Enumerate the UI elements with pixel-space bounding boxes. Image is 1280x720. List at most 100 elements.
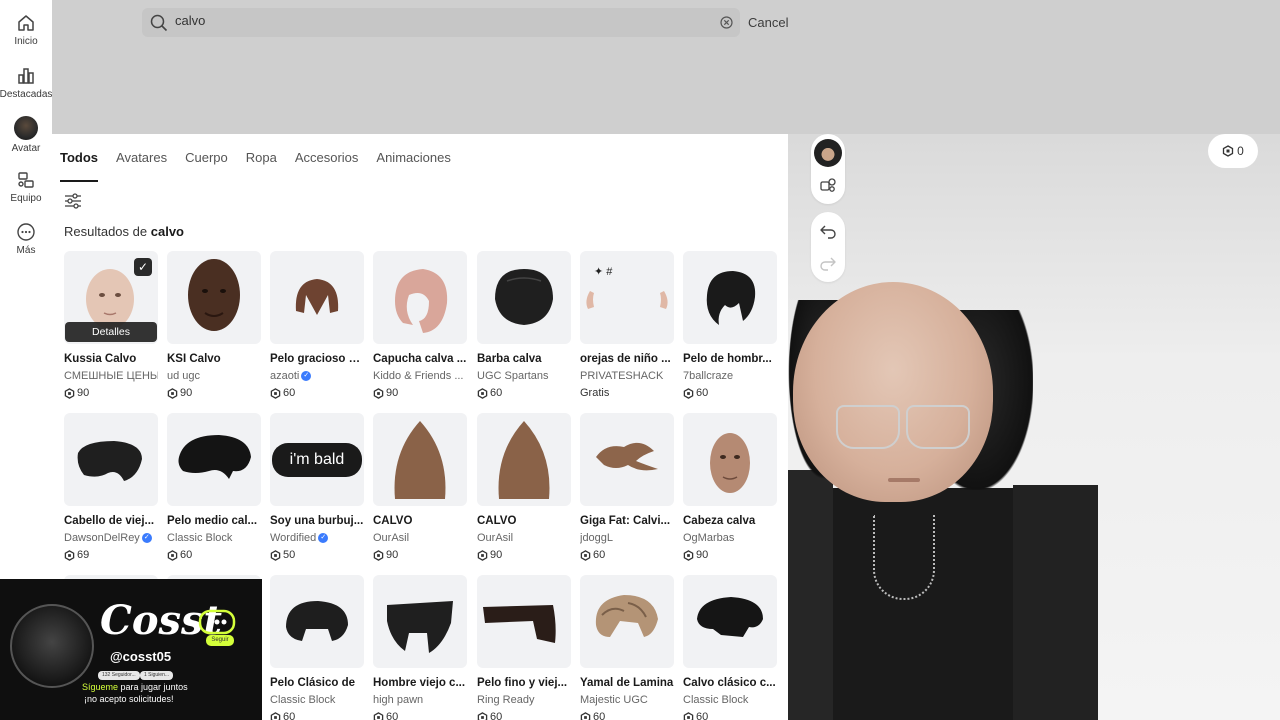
robux-icon [477, 711, 488, 720]
nav-item-inicio[interactable]: Inicio [0, 13, 52, 47]
tab-cuerpo[interactable]: Cuerpo [185, 150, 228, 182]
followers-badge: 132 Seguidor... [98, 671, 140, 680]
robux-icon [167, 549, 178, 561]
results-prefix: Resultados de [64, 224, 148, 239]
catalog-item-card[interactable]: Pelo gracioso c... azaoti ✓ 60 [270, 251, 364, 399]
nav-item-avatar[interactable]: Avatar [0, 116, 52, 154]
catalog-item-card[interactable]: Pelo Clásico de Classic Block 60 [270, 575, 364, 720]
catalog-item-card[interactable]: ✦ # orejas de niño ... PRIVATESHACK Gratis [580, 251, 674, 399]
item-thumbnail[interactable] [683, 413, 777, 506]
item-creator-name: Kiddo & Friends ... [373, 370, 464, 382]
catalog-item-card[interactable]: Hombre viejo c... high pawn 60 [373, 575, 467, 720]
avatar-thumbnail-icon [814, 139, 842, 167]
tab-todos[interactable]: Todos [60, 150, 99, 182]
catalog-item-card[interactable]: Capucha calva ... Kiddo & Friends ... 90 [373, 251, 467, 399]
catalog-item-card[interactable]: Pelo fino y viej... Ring Ready 60 [477, 575, 571, 720]
item-thumbnail[interactable] [373, 251, 467, 344]
item-creator: Kiddo & Friends ... [373, 370, 467, 382]
more-icon [17, 223, 35, 241]
catalog-item-card[interactable]: ✓ Detalles Kussia Calvo СМЕШНЫЕ ЦЕНЫ 90 [64, 251, 158, 399]
filter-icon[interactable] [64, 193, 82, 209]
tab-animaciones[interactable]: Animaciones [376, 150, 450, 182]
item-price-value: 90 [386, 387, 399, 399]
item-thumbnail[interactable]: ✓ Detalles [64, 251, 158, 344]
undo-button[interactable] [813, 215, 843, 247]
avatar-icon [14, 116, 38, 140]
nav-item-mas[interactable]: Más [0, 222, 52, 256]
item-thumbnail[interactable]: ✦ # [580, 251, 674, 344]
catalog-item-card[interactable]: Cabello de viej... DawsonDelRey ✓ 69 [64, 413, 158, 561]
item-creator: 7ballcraze [683, 370, 777, 382]
catalog-item-card[interactable]: Pelo de hombr... 7ballcraze 60 [683, 251, 777, 399]
item-thumbnail[interactable] [683, 251, 777, 344]
item-price-value: 90 [180, 387, 193, 399]
catalog-item-card[interactable]: Pelo medio cal... Classic Block 60 [167, 413, 261, 561]
catalog-item-card[interactable]: Barba calva UGC Spartans 60 [477, 251, 571, 399]
item-creator-name: Classic Block [270, 694, 336, 706]
item-price-value: 60 [283, 387, 296, 399]
item-creator-name: UGC Spartans [477, 370, 549, 382]
tab-avatares[interactable]: Avatares [116, 150, 167, 182]
catalog-item-card[interactable]: Calvo clásico c... Classic Block 60 [683, 575, 777, 720]
redo-button[interactable] [813, 247, 843, 279]
tab-accesorios[interactable]: Accesorios [295, 150, 359, 182]
undo-icon [820, 225, 836, 239]
nav-item-destacadas[interactable]: Destacadas [0, 66, 52, 100]
nav-item-equipo[interactable]: Equipo [0, 170, 52, 204]
item-thumbnail[interactable] [580, 575, 674, 668]
verified-badge-icon: ✓ [301, 371, 312, 381]
item-price: 60 [477, 711, 571, 720]
puzzle-gear-icon [820, 178, 836, 192]
category-tabs: Todos Avatares Cuerpo Ropa Accesorios An… [60, 150, 469, 182]
item-thumbnail[interactable] [683, 575, 777, 668]
item-thumbnail[interactable] [64, 413, 158, 506]
catalog-item-card[interactable]: Cabeza calva OgMarbas 90 [683, 413, 777, 561]
item-thumbnail[interactable] [373, 413, 467, 506]
preview-toolbar-top [811, 134, 845, 204]
item-creator-name: high pawn [373, 694, 424, 706]
robux-balance[interactable]: 0 [1208, 134, 1258, 168]
robux-icon [373, 387, 384, 399]
robux-icon [477, 387, 488, 399]
item-thumbnail[interactable] [580, 413, 674, 506]
catalog-item-card[interactable]: CALVO OurAsil 90 [373, 413, 467, 561]
item-creator: PRIVATESHACK [580, 370, 674, 382]
customize-button[interactable] [813, 169, 843, 201]
verified-badge-icon: ✓ [141, 533, 152, 543]
item-thumbnail[interactable] [477, 575, 571, 668]
item-thumbnail[interactable] [167, 251, 261, 344]
item-thumbnail[interactable] [270, 575, 364, 668]
item-creator-name: 7ballcraze [683, 370, 734, 382]
search-bar[interactable] [142, 8, 740, 37]
tab-ropa[interactable]: Ropa [246, 150, 277, 182]
catalog-item-card[interactable]: Giga Fat: Calvi... jdoggL 60 [580, 413, 674, 561]
catalog-item-card[interactable]: Yamal de Lamina Majestic UGC 60 [580, 575, 674, 720]
avatar-thumbnail-button[interactable] [813, 137, 843, 169]
clear-search-icon[interactable] [720, 16, 733, 29]
search-input[interactable] [175, 13, 695, 28]
item-creator: OgMarbas [683, 532, 777, 544]
streamer-handle: @cosst05 [110, 649, 172, 664]
catalog-item-card[interactable]: i'm bald Soy una burbuj... Wordified ✓ 50 [270, 413, 364, 561]
avatar-preview[interactable]: 0 [788, 0, 1280, 720]
item-name: orejas de niño ... [580, 353, 671, 365]
bubble-text: i'm bald [272, 443, 362, 477]
item-price-value: 60 [593, 549, 606, 561]
item-thumbnail[interactable] [477, 413, 571, 506]
home-icon [18, 15, 34, 31]
item-creator-name: Ring Ready [477, 694, 535, 706]
item-price: 90 [373, 387, 467, 399]
catalog-item-card[interactable]: KSI Calvo ud ugc 90 [167, 251, 261, 399]
item-thumbnail[interactable] [373, 575, 467, 668]
item-thumbnail[interactable]: i'm bald [270, 413, 364, 506]
robux-icon [373, 549, 384, 561]
redo-icon [820, 257, 836, 271]
item-thumbnail[interactable] [167, 413, 261, 506]
item-name: CALVO [373, 515, 413, 527]
item-thumbnail[interactable] [270, 251, 364, 344]
item-thumbnail[interactable] [477, 251, 571, 344]
item-creator: Ring Ready [477, 694, 571, 706]
catalog-item-card[interactable]: CALVO OurAsil 90 [477, 413, 571, 561]
details-button[interactable]: Detalles [65, 322, 157, 342]
avatar-head [793, 282, 993, 502]
